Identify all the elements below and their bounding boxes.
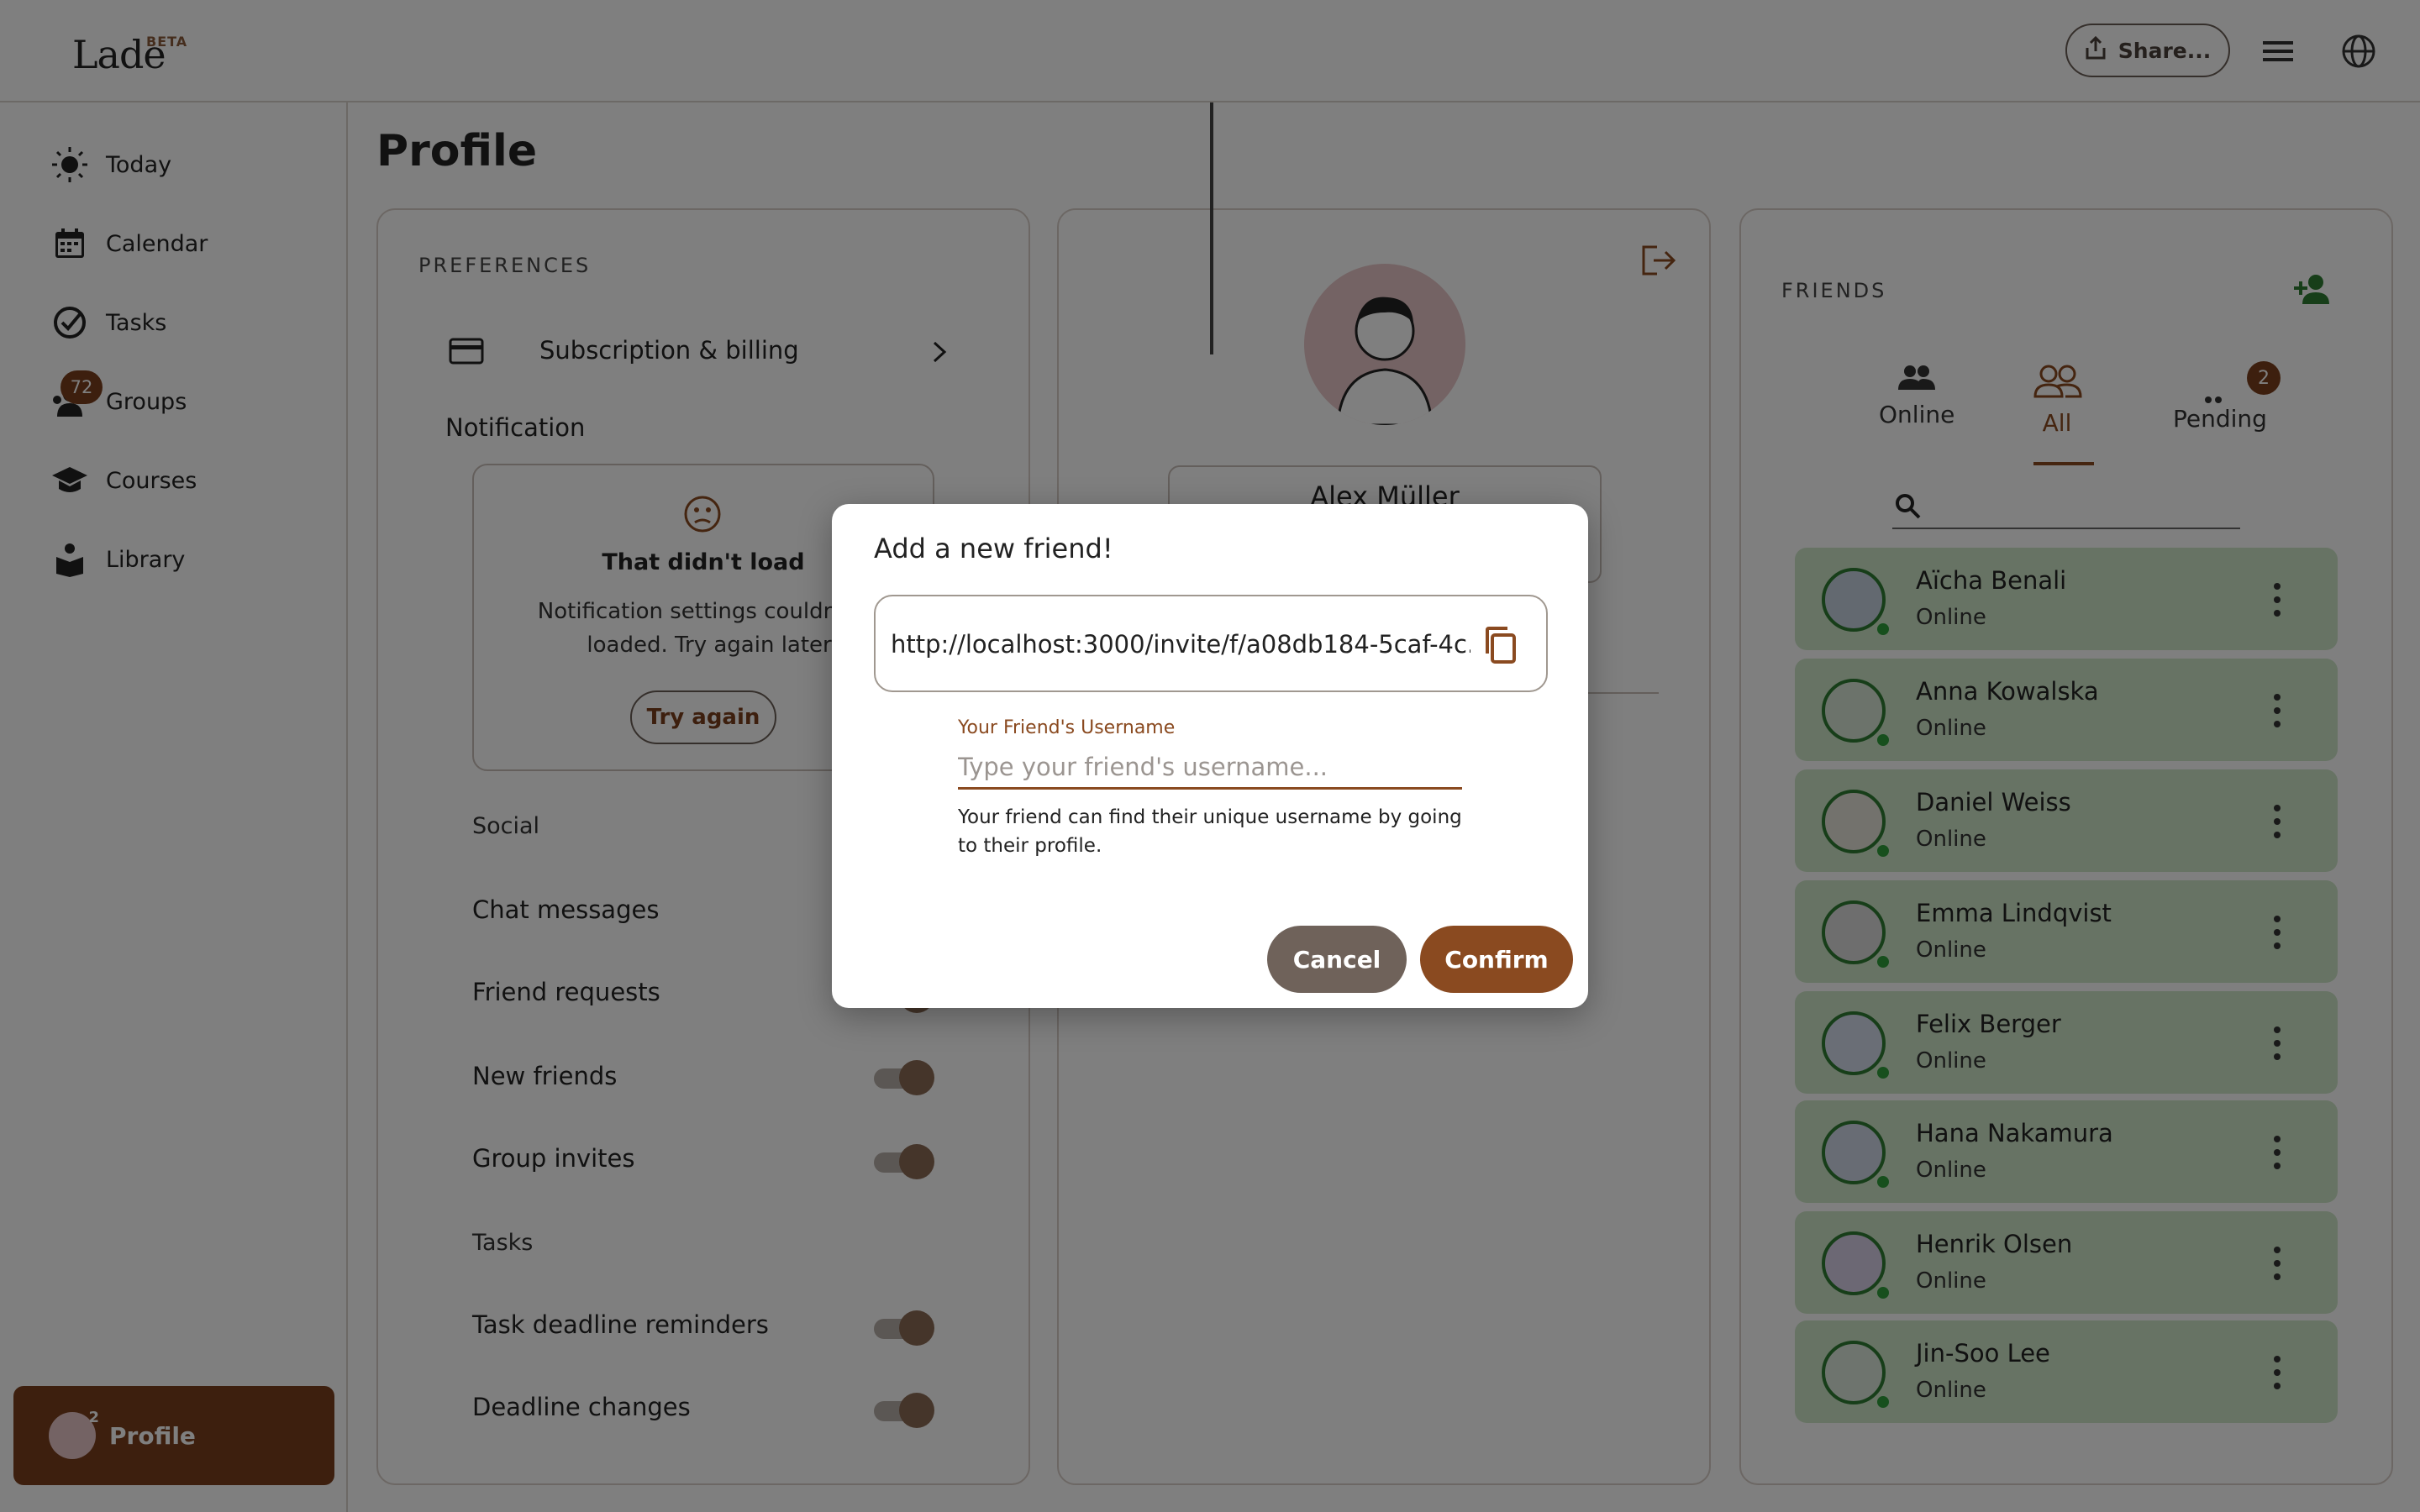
invite-link-field[interactable]: http://localhost:3000/invite/f/a08db184-… — [874, 595, 1548, 692]
cancel-button[interactable]: Cancel — [1267, 926, 1407, 993]
confirm-button[interactable]: Confirm — [1420, 926, 1573, 993]
username-helper-text: Your friend can find their unique userna… — [958, 806, 1462, 857]
username-field-label: Your Friend's Username — [958, 717, 1176, 738]
username-input[interactable] — [958, 746, 1462, 790]
copy-icon[interactable] — [1477, 622, 1524, 669]
add-friend-dialog: Add a new friend! http://localhost:3000/… — [832, 504, 1588, 1008]
dialog-title: Add a new friend! — [874, 533, 1113, 564]
invite-link-text: http://localhost:3000/invite/f/a08db184-… — [891, 630, 1470, 659]
